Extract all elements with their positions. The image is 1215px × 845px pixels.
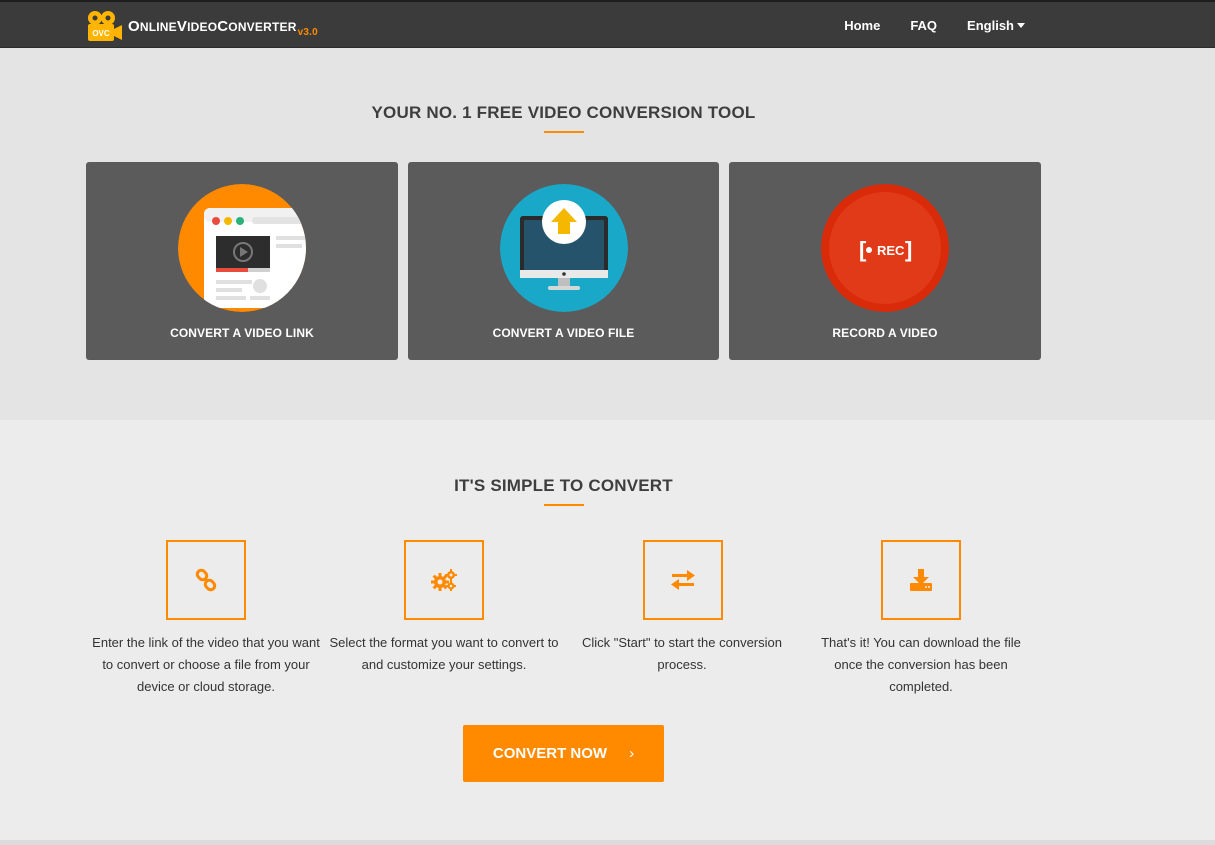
language-label: English [967,17,1014,33]
step-download-box [881,540,961,620]
nav-home-link[interactable]: Home [844,18,880,33]
nav-faq-link[interactable]: FAQ [910,18,937,33]
convert-now-label: CONVERT NOW [492,745,608,762]
step-format-text: Select the format you want to convert to… [329,635,559,672]
step-start-text: Click "Start" to start the conversion pr… [582,635,782,672]
gears-icon [431,569,457,591]
brand-part-video: IDEO [187,19,218,34]
chevron-right-icon: › [629,745,635,762]
convert-file-card[interactable]: CONVERT A VIDEO FILE [408,162,719,360]
step-start-box [643,540,723,620]
nav-faq-label: FAQ [910,17,938,33]
brand-letter-c: C [217,17,229,35]
download-icon [910,569,932,591]
hero-section: YOUR NO. 1 FREE VIDEO CONVERSION TOOL CO… [0,48,1215,420]
record-video-card[interactable]: [ REC ] RECORD A VIDEO [729,162,1041,360]
hero-title: YOUR NO. 1 FREE VIDEO CONVERSION TOOL [371,103,756,122]
link-icon [195,568,217,592]
brand-logo-link[interactable]: OVC O NLINE V IDEO C ONVERTER v3.0 [86,8,318,44]
step-link-box [166,540,246,620]
brand-version: v3.0 [297,26,318,38]
convert-link-label: CONVERT A VIDEO LINK [170,326,314,340]
brand-letter-o: O [128,17,140,35]
monitor-upload-icon [500,184,628,312]
brand-name: O NLINE V IDEO C ONVERTER v3.0 [128,17,318,38]
nav-home-label: Home [844,17,881,33]
rec-text: REC [877,243,905,258]
caret-down-icon [1017,23,1025,28]
camera-logo-icon: OVC [86,9,124,43]
convert-file-label: CONVERT A VIDEO FILE [492,326,635,340]
browser-video-icon [178,184,306,312]
rec-icon: [ REC ] [821,184,949,312]
hero-title-underline [544,131,584,133]
footer-divider [0,840,1215,845]
record-video-label: RECORD A VIDEO [832,326,938,340]
brand-letter-v: V [176,17,188,35]
steps-title-underline [544,504,584,506]
convert-link-card[interactable]: CONVERT A VIDEO LINK [86,162,398,360]
brand-part-online: NLINE [139,19,177,34]
brand-part-converter: ONVERTER [228,19,297,34]
svg-text:]: ] [905,237,912,262]
step-download-text: That's it! You can download the file onc… [821,635,1021,694]
nav-links: Home FAQ English [814,2,1025,48]
exchange-icon [671,570,695,590]
step-link-text: Enter the link of the video that you wan… [92,635,320,694]
convert-now-button[interactable]: CONVERT NOW › [463,725,664,782]
logo-badge-text: OVC [92,29,110,38]
top-navbar: OVC O NLINE V IDEO C ONVERTER v3.0 Home FAQ E… [0,0,1215,48]
steps-section: IT'S SIMPLE TO CONVERT Enter the link of… [0,420,1215,845]
step-format-box [404,540,484,620]
language-dropdown[interactable]: English [967,18,1025,33]
svg-text:[: [ [859,237,867,262]
steps-title: IT'S SIMPLE TO CONVERT [454,476,673,495]
